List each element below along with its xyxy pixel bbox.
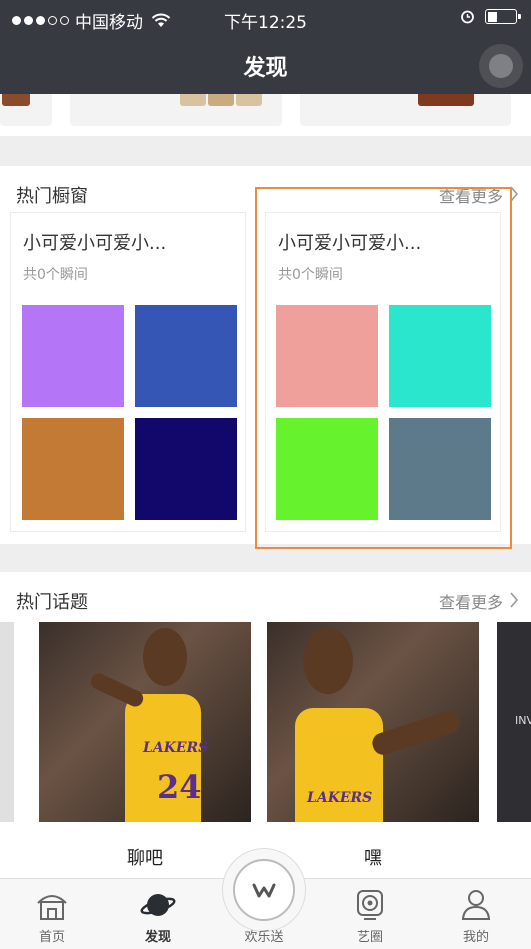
topic-card[interactable]: LAKERS <box>267 622 479 822</box>
page-title: 发现 <box>243 56 288 81</box>
chevron-right-icon <box>510 592 519 608</box>
w-logo-icon <box>252 883 276 898</box>
color-swatch <box>22 418 124 520</box>
tab-discover[interactable]: 发现 <box>118 879 198 949</box>
art-circle-icon <box>357 890 383 920</box>
tab-art[interactable]: 艺圈 <box>330 879 410 949</box>
color-swatch <box>135 418 237 520</box>
showcase-card[interactable]: 小可爱小可爱小... 共0个瞬间 <box>10 212 246 532</box>
color-swatch <box>135 305 237 407</box>
banner-strip <box>0 94 531 136</box>
user-icon <box>461 890 491 920</box>
banner-card[interactable] <box>70 94 282 126</box>
color-swatch <box>22 305 124 407</box>
tab-label: 艺圈 <box>356 930 383 945</box>
tab-label: 首页 <box>38 930 65 945</box>
tab-me[interactable]: 我的 <box>436 879 516 949</box>
center-action-button[interactable] <box>222 848 306 932</box>
topic-card[interactable] <box>0 622 14 822</box>
tab-label: 发现 <box>144 930 171 945</box>
status-bar: 中国移动 下午12:25 <box>0 0 531 36</box>
section-title: 热门话题 <box>16 592 88 613</box>
topic-card[interactable]: INV <box>497 622 531 822</box>
center-action-label: 欢乐送 <box>244 930 284 945</box>
jersey-number: 24 <box>157 768 202 806</box>
see-more-link[interactable]: 查看更多 <box>439 589 503 613</box>
topic-partial-text: INV <box>515 714 531 727</box>
tab-home[interactable]: 首页 <box>12 879 92 949</box>
topic-label: 聊吧 <box>127 848 163 869</box>
battery-icon <box>485 9 521 24</box>
tab-label: 我的 <box>462 930 489 945</box>
topic-card[interactable]: LAKERS 24 <box>39 622 251 822</box>
nav-bar: 发现 <box>0 36 531 94</box>
banner-card[interactable] <box>0 94 52 126</box>
jersey-text: LAKERS <box>307 790 373 806</box>
banner-card[interactable] <box>300 94 511 126</box>
alarm-clock-icon <box>461 10 474 24</box>
section-title: 热门橱窗 <box>16 186 88 207</box>
status-time: 下午12:25 <box>224 13 307 33</box>
selection-highlight <box>255 187 512 549</box>
jersey-text: LAKERS <box>143 740 209 756</box>
card-subtitle: 共0个瞬间 <box>23 267 88 283</box>
hot-topics-section: 热门话题 查看更多 LAKERS 24 LAKERS INV 聊吧 嘿 <box>0 572 531 878</box>
card-title: 小可爱小可爱小... <box>23 233 167 254</box>
planet-icon <box>140 894 176 916</box>
assistive-touch-button[interactable] <box>479 44 523 88</box>
home-icon <box>37 895 67 920</box>
